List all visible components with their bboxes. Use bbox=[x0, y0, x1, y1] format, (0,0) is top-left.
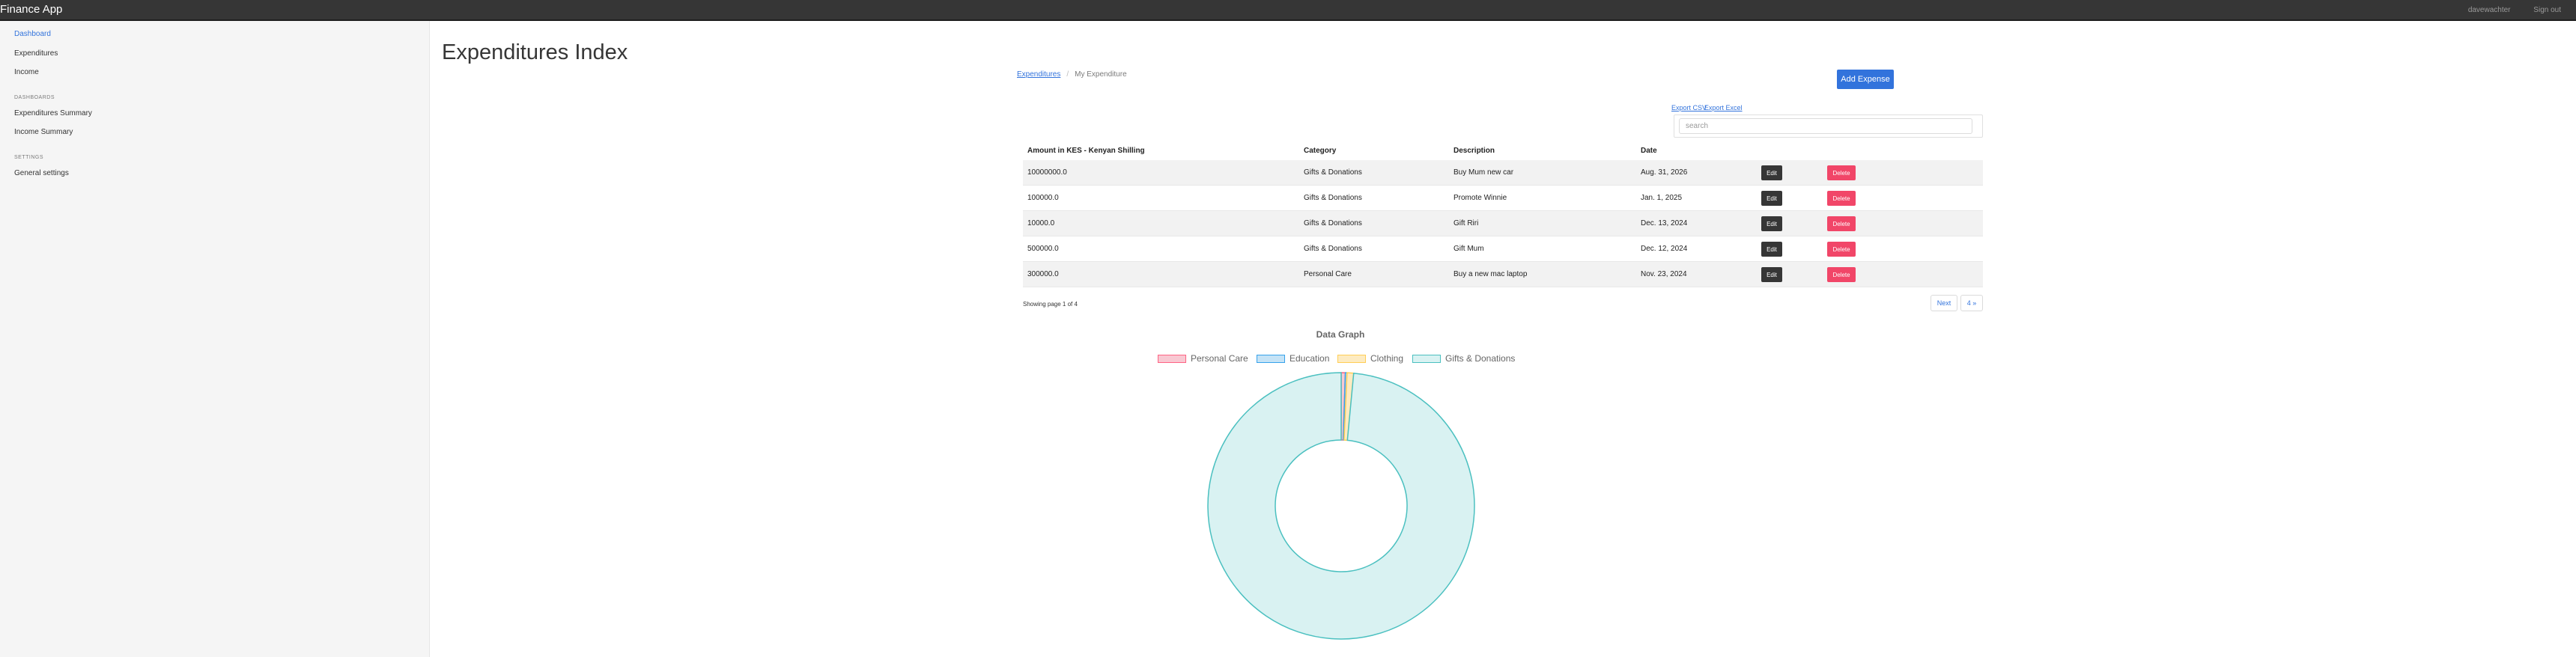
cell-category: Gifts & Donations bbox=[1304, 194, 1362, 202]
search-container bbox=[1674, 114, 1983, 138]
sidebar-item-dashboard[interactable]: Dashboard bbox=[14, 30, 51, 38]
sidebar-heading-settings: SETTINGS bbox=[14, 155, 44, 160]
cell-category: Gifts & Donations bbox=[1304, 219, 1362, 227]
search-input[interactable] bbox=[1679, 118, 1972, 134]
next-page-button[interactable]: Next bbox=[1931, 295, 1957, 311]
cell-description: Buy Mum new car bbox=[1453, 168, 1514, 177]
table-header: Amount in KES - Kenyan Shilling Category… bbox=[1023, 141, 1983, 160]
cell-amount: 10000.0 bbox=[1027, 219, 1055, 227]
legend-item[interactable]: Gifts & Donations bbox=[1412, 353, 1515, 364]
cell-date: Aug. 31, 2026 bbox=[1641, 168, 1688, 177]
cell-amount: 100000.0 bbox=[1027, 194, 1059, 202]
legend-swatch bbox=[1257, 354, 1285, 363]
header-amount: Amount in KES - Kenyan Shilling bbox=[1027, 147, 1145, 155]
cell-description: Promote Winnie bbox=[1453, 194, 1507, 202]
cell-category: Gifts & Donations bbox=[1304, 245, 1362, 253]
legend-swatch bbox=[1337, 354, 1366, 363]
edit-button[interactable]: Edit bbox=[1761, 216, 1782, 231]
cell-date: Dec. 12, 2024 bbox=[1641, 245, 1688, 253]
header-description: Description bbox=[1453, 147, 1495, 155]
delete-button[interactable]: Delete bbox=[1827, 216, 1856, 231]
cell-amount: 300000.0 bbox=[1027, 270, 1059, 278]
add-expense-button[interactable]: Add Expense bbox=[1837, 70, 1894, 89]
legend-label: Education bbox=[1289, 353, 1330, 364]
edit-button[interactable]: Edit bbox=[1761, 165, 1782, 180]
delete-button[interactable]: Delete bbox=[1827, 165, 1856, 180]
pie-slice[interactable] bbox=[1207, 372, 1475, 640]
legend-item[interactable]: Education bbox=[1257, 353, 1329, 364]
doughnut-chart bbox=[1207, 372, 1475, 640]
legend-swatch bbox=[1158, 354, 1186, 363]
cell-description: Gift Mum bbox=[1453, 245, 1484, 253]
delete-button[interactable]: Delete bbox=[1827, 242, 1856, 257]
header-date: Date bbox=[1641, 147, 1657, 155]
legend-label: Clothing bbox=[1370, 353, 1404, 364]
breadcrumb-expenditures[interactable]: Expenditures bbox=[1017, 70, 1060, 79]
sidebar-item-income[interactable]: Income bbox=[14, 68, 39, 76]
delete-button[interactable]: Delete bbox=[1827, 267, 1856, 282]
cell-category: Gifts & Donations bbox=[1304, 168, 1362, 177]
export-excel-link[interactable]: Export Excel bbox=[1704, 104, 1743, 111]
legend-label: Personal Care bbox=[1191, 353, 1248, 364]
cell-description: Buy a new mac laptop bbox=[1453, 270, 1528, 278]
pagination-info: Showing page 1 of 4 bbox=[1023, 301, 1078, 308]
cell-amount: 500000.0 bbox=[1027, 245, 1059, 253]
breadcrumb: Expenditures / My Expenditure bbox=[1017, 70, 1127, 79]
sidebar-item-expenditures[interactable]: Expenditures bbox=[14, 49, 58, 58]
breadcrumb-separator: / bbox=[1066, 70, 1069, 79]
page-title: Expenditures Index bbox=[442, 40, 628, 64]
table-row: 300000.0 Personal Care Buy a new mac lapto… bbox=[1023, 262, 1983, 287]
table-body: 10000000.0 Gifts & Donations Buy Mum new c… bbox=[1023, 160, 1983, 287]
export-csv-link[interactable]: Export CSV bbox=[1671, 104, 1707, 111]
sidebar: Dashboard Expenditures Income DASHBOARDS… bbox=[0, 21, 430, 657]
delete-button[interactable]: Delete bbox=[1827, 191, 1856, 206]
expenditures-table: Amount in KES - Kenyan Shilling Category… bbox=[1023, 141, 1983, 287]
table-row: 10000000.0 Gifts & Donations Buy Mum new c… bbox=[1023, 160, 1983, 186]
brand-logo[interactable]: Finance App bbox=[0, 3, 62, 16]
cell-description: Gift Riri bbox=[1453, 219, 1479, 227]
header-category: Category bbox=[1304, 147, 1337, 155]
user-link[interactable]: davewachter bbox=[2468, 6, 2511, 14]
cell-amount: 10000000.0 bbox=[1027, 168, 1067, 177]
signout-link[interactable]: Sign out bbox=[2533, 6, 2561, 14]
chart-title: Data Graph bbox=[1316, 329, 1365, 340]
edit-button[interactable]: Edit bbox=[1761, 242, 1782, 257]
sidebar-item-expenditures-summary[interactable]: Expenditures Summary bbox=[14, 109, 92, 117]
legend-item[interactable]: Clothing bbox=[1337, 353, 1403, 364]
cell-date: Jan. 1, 2025 bbox=[1641, 194, 1683, 202]
top-navbar: Finance App davewachter Sign out bbox=[0, 0, 2576, 21]
cell-date: Nov. 23, 2024 bbox=[1641, 270, 1687, 278]
edit-button[interactable]: Edit bbox=[1761, 267, 1782, 282]
table-row: 100000.0 Gifts & Donations Promote Winnie J… bbox=[1023, 186, 1983, 211]
sidebar-item-income-summary[interactable]: Income Summary bbox=[14, 128, 73, 136]
cell-date: Dec. 13, 2024 bbox=[1641, 219, 1688, 227]
legend-item[interactable]: Personal Care bbox=[1158, 353, 1248, 364]
table-row: 500000.0 Gifts & Donations Gift Mum Dec. 12… bbox=[1023, 236, 1983, 262]
legend-swatch bbox=[1412, 354, 1441, 363]
top-nav-links: davewachter Sign out bbox=[2447, 6, 2561, 14]
cell-category: Personal Care bbox=[1304, 270, 1352, 278]
legend-label: Gifts & Donations bbox=[1445, 353, 1516, 364]
table-row: 10000.0 Gifts & Donations Gift Riri Dec. 13… bbox=[1023, 211, 1983, 236]
edit-button[interactable]: Edit bbox=[1761, 191, 1782, 206]
sidebar-heading-dashboards: DASHBOARDS bbox=[14, 95, 55, 100]
sidebar-item-general-settings[interactable]: General settings bbox=[14, 169, 69, 177]
last-page-button[interactable]: 4 » bbox=[1960, 295, 1983, 311]
breadcrumb-current: My Expenditure bbox=[1075, 70, 1127, 79]
